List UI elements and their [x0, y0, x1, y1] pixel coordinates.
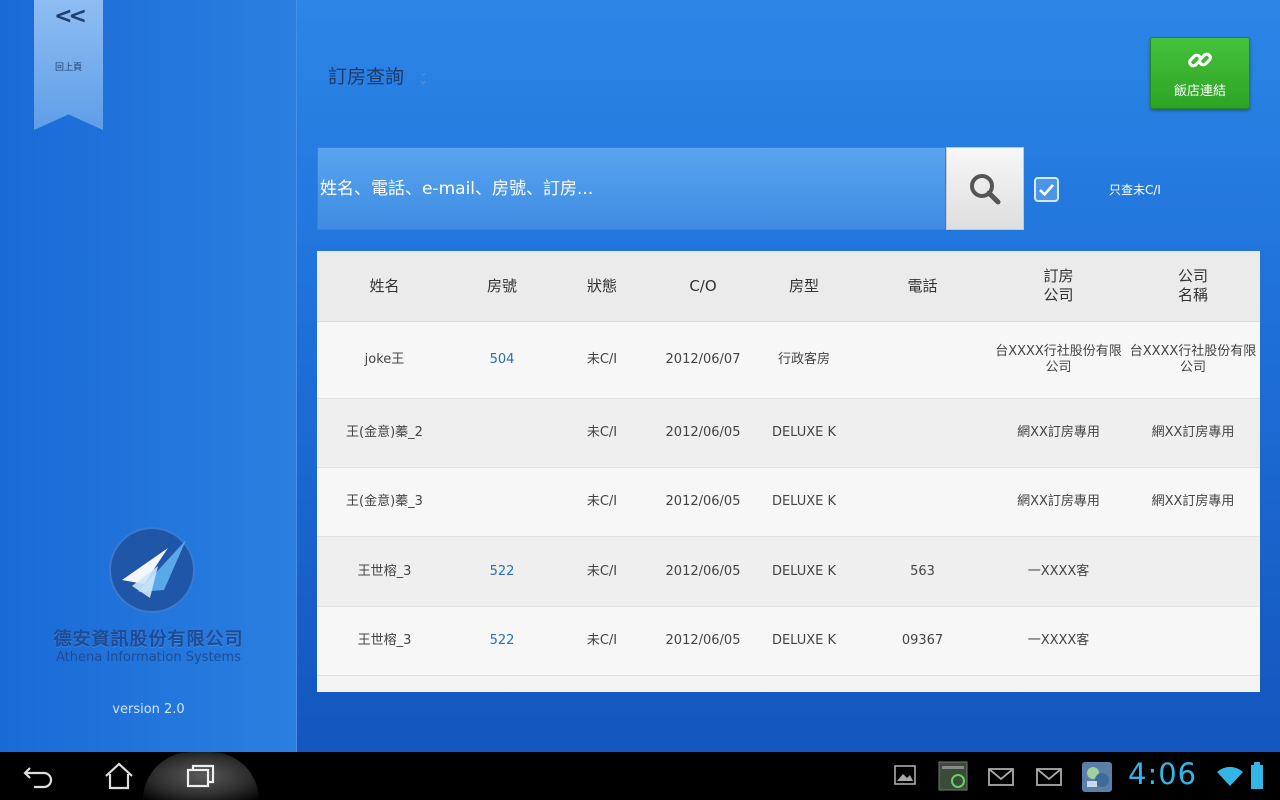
- cell-booking-company: 網XX訂房專用: [1017, 425, 1100, 440]
- cell-phone: 563: [910, 563, 935, 579]
- cell-company-name: 台XXXX行社股份有限公司: [1129, 344, 1257, 375]
- cell-checkout: 2012/06/05: [665, 494, 741, 509]
- cell-checkout: 2012/06/07: [665, 352, 741, 367]
- cell-status: 未C/I: [586, 352, 618, 367]
- cell-name: 王世榕_3: [357, 633, 412, 648]
- page-title-dropdown[interactable]: 訂房查詢 ⌄ ⌄: [328, 62, 428, 89]
- cell-room: 522: [489, 563, 515, 579]
- chain-link-icon: [1188, 52, 1212, 68]
- table-row[interactable]: 王(金意)蓁_3 未C/I 2012/06/05 DELUXE K 網XX訂房專用 網XX…: [317, 468, 1260, 537]
- search-input[interactable]: [318, 148, 945, 229]
- cell-name: joke王: [364, 352, 405, 367]
- col-header-checkout: C/O: [689, 276, 717, 295]
- col-header-name: 姓名: [369, 276, 400, 295]
- back-arrow-icon: [23, 767, 53, 789]
- double-chevron-left-icon: <<: [54, 4, 87, 29]
- mail-notification-icon[interactable]: [988, 768, 1014, 786]
- home-nav-button[interactable]: [102, 762, 136, 790]
- cell-company-name: 網XX訂房專用: [1151, 425, 1235, 440]
- col-header-phone: 電話: [907, 276, 938, 295]
- company-name-en: Athena Information Systems: [56, 650, 241, 665]
- hotel-link-button[interactable]: 飯店連結: [1150, 37, 1250, 109]
- wifi-icon: [1217, 766, 1243, 786]
- cell-room-type: DELUXE K: [771, 633, 837, 648]
- cell-room: 522: [489, 633, 515, 648]
- back-label: 回上頁: [54, 63, 82, 73]
- recent-apps-icon: [186, 764, 215, 788]
- col-header-room: 房號: [486, 276, 517, 295]
- col-header-status: 狀態: [586, 276, 617, 295]
- table-row[interactable]: 王(金意)蓁_2 未C/I 2012/06/05 DELUXE K 網XX訂房專用 網XX…: [317, 399, 1260, 468]
- cell-status: 未C/I: [586, 633, 618, 648]
- mail-notification-icon-2[interactable]: [1036, 768, 1062, 786]
- gallery-notification-icon[interactable]: [893, 763, 917, 787]
- table-row[interactable]: 王世榕_3 522 未C/I 2012/06/05 DELUXE K 09367 一XXXX…: [317, 607, 1260, 676]
- col-header-room-type: 房型: [788, 276, 819, 295]
- only-not-checked-in-checkbox[interactable]: [1034, 177, 1059, 202]
- search-button[interactable]: [946, 147, 1024, 230]
- app-notification-icon[interactable]: [1081, 761, 1113, 793]
- search-icon: [970, 173, 1001, 204]
- table-row[interactable]: 王世榕_3 522 未C/I 2012/06/05 DELUXE K 563 一XXXX客: [317, 537, 1260, 607]
- hotel-link-label: 飯店連結: [1173, 84, 1226, 99]
- home-icon: [105, 762, 133, 790]
- cell-name: 王(金意)蓁_2: [346, 425, 423, 440]
- cell-room-type: 行政客房: [777, 352, 830, 367]
- company-logo-icon: [109, 527, 195, 613]
- company-name-zh: 德安資訊股份有限公司: [53, 629, 244, 650]
- reservation-table: 姓名 房號 狀態 C/O 房型 電話 訂房 公司 公司 名稱 joke王 504 未…: [317, 251, 1260, 692]
- cell-checkout: 2012/06/05: [665, 425, 741, 440]
- table-row[interactable]: joke王 504 未C/I 2012/06/07 行政客房 台XXXX行社股份有限公司台…: [317, 322, 1260, 399]
- cell-company-name: 網XX訂房專用: [1151, 494, 1235, 509]
- cell-name: 王(金意)蓁_3: [346, 494, 423, 509]
- check-icon: [1039, 183, 1054, 196]
- cell-room-type: DELUXE K: [771, 425, 837, 440]
- cell-room-type: DELUXE K: [771, 563, 837, 579]
- search-box: [317, 147, 946, 230]
- col-header-booking-company: 訂房 公司: [1043, 267, 1074, 304]
- cell-status: 未C/I: [586, 425, 618, 440]
- page-title: 訂房查詢: [328, 66, 405, 88]
- col-header-company-name: 公司 名稱: [1177, 267, 1208, 304]
- cell-status: 未C/I: [586, 494, 618, 509]
- cell-booking-company: 一XXXX客: [1027, 633, 1090, 648]
- table-body: joke王 504 未C/I 2012/06/07 行政客房 台XXXX行社股份有限公司台…: [317, 322, 1260, 676]
- cell-booking-company: 一XXXX客: [1027, 563, 1090, 579]
- cell-phone: 09367: [901, 633, 944, 648]
- sidebar: << 回上頁 德安資訊股份有限公司 Athena Information Sys…: [0, 0, 297, 752]
- recent-apps-nav-button[interactable]: [184, 762, 218, 790]
- version-label: version 2.0: [112, 702, 185, 717]
- cell-checkout: 2012/06/05: [665, 563, 741, 579]
- table-header: 姓名 房號 狀態 C/O 房型 電話 訂房 公司 公司 名稱: [317, 251, 1260, 322]
- cell-room: 504: [489, 352, 515, 367]
- battery-icon: [1251, 762, 1263, 789]
- app-window: << 回上頁 德安資訊股份有限公司 Athena Information Sys…: [0, 0, 1280, 752]
- cell-booking-company: 台XXXX行社股份有限公司: [995, 344, 1122, 375]
- cell-status: 未C/I: [586, 563, 618, 579]
- cell-room-type: DELUXE K: [771, 494, 837, 509]
- only-not-checked-in-label: 只查未C/I: [1109, 183, 1161, 197]
- double-chevron-down-icon: ⌄ ⌄: [418, 64, 429, 87]
- back-button[interactable]: << 回上頁: [34, 0, 103, 130]
- status-clock: 4:06: [1128, 757, 1198, 791]
- cell-name: 王世榕_3: [357, 563, 412, 579]
- cell-checkout: 2012/06/05: [665, 633, 741, 648]
- sync-notification-icon[interactable]: [938, 761, 968, 791]
- back-nav-button[interactable]: [22, 762, 56, 790]
- cell-booking-company: 網XX訂房專用: [1017, 494, 1100, 509]
